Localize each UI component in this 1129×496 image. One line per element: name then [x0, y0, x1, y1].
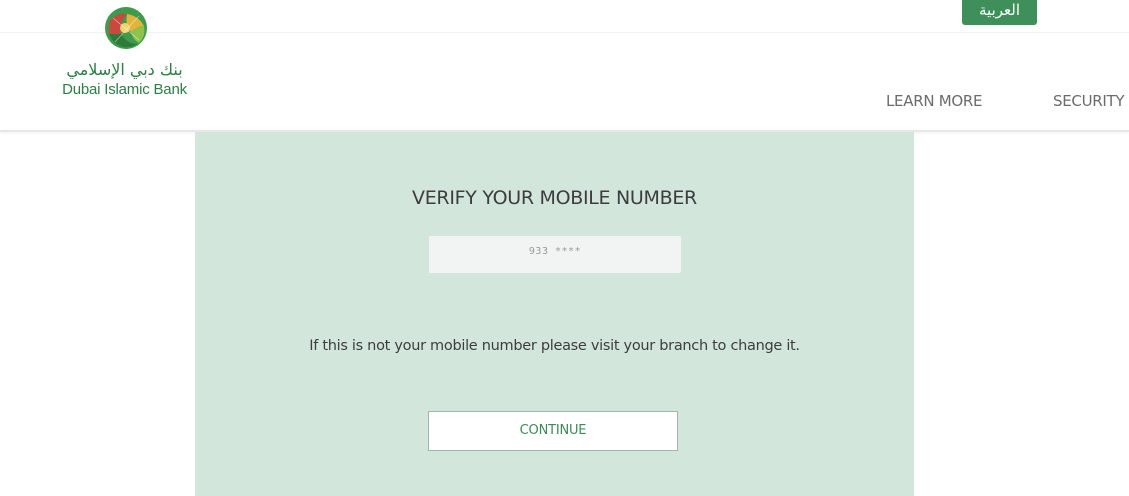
logo-text-english: Dubai Islamic Bank	[62, 81, 187, 98]
logo-text-arabic: بنك دبي الإسلامي	[66, 60, 183, 79]
page-title: VERIFY YOUR MOBILE NUMBER	[412, 187, 697, 209]
language-toggle-button[interactable]: العربية	[962, 0, 1037, 25]
header: بنك دبي الإسلامي Dubai Islamic Bank العر…	[0, 0, 1129, 131]
bank-logo[interactable]: بنك دبي الإسلامي Dubai Islamic Bank	[55, 4, 195, 104]
globe-logo-icon	[105, 7, 147, 49]
masked-mobile-number: 933 ****	[528, 246, 582, 257]
nav-learn-more[interactable]: LEARN MORE	[886, 92, 982, 110]
nav-security[interactable]: SECURITY	[1053, 92, 1125, 110]
continue-button[interactable]: CONTINUE	[428, 411, 678, 451]
page: بنك دبي الإسلامي Dubai Islamic Bank العر…	[0, 0, 1129, 496]
mobile-number-display: 933 ****	[429, 236, 681, 273]
info-message: If this is not your mobile number please…	[309, 338, 800, 354]
verify-panel: VERIFY YOUR MOBILE NUMBER 933 **** If th…	[195, 132, 914, 496]
